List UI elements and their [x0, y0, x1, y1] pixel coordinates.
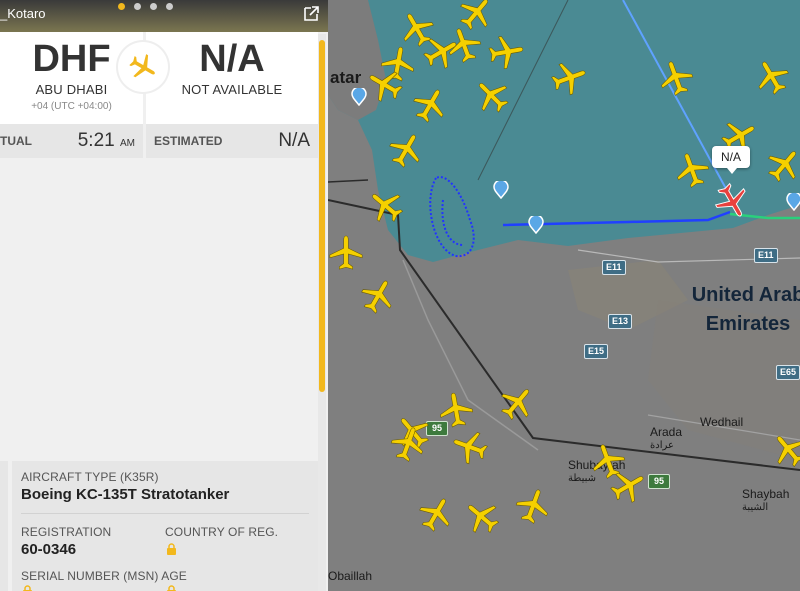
qatar-label: atar — [330, 68, 362, 87]
destination-airport-card[interactable]: N/A NOT AVAILABLE — [146, 32, 318, 124]
carousel-dot[interactable] — [150, 3, 157, 10]
lock-icon[interactable] — [166, 585, 177, 591]
airport-pin-icon[interactable] — [493, 181, 509, 199]
photo-carousel-dots[interactable] — [118, 0, 182, 15]
aircraft-type-code: (K35R) — [119, 470, 159, 484]
estimated-time: N/A — [278, 130, 310, 151]
actual-time-value: 5:21 AM — [78, 130, 135, 152]
airport-pin-icon[interactable] — [528, 216, 544, 234]
aircraft-icon[interactable] — [328, 234, 365, 272]
actual-label: TUAL — [0, 134, 32, 148]
shaybah-name: Shaybah — [742, 487, 790, 501]
serial-number-label-text: SERIAL NUMBER (MSN) — [21, 569, 159, 583]
aircraft-type-label: AIRCRAFT TYPE (K35R) — [21, 470, 159, 484]
arada-label: Arada عرادة — [650, 426, 682, 452]
airport-pin-icon[interactable] — [786, 193, 800, 211]
aircraft-photo-strip: _Kotaro — [0, 0, 328, 32]
road-shield-e11: E11 — [754, 248, 778, 263]
road-shield-e13: E13 — [608, 314, 633, 329]
registration-label: REGISTRATION — [21, 525, 112, 539]
actual-ampm: AM — [120, 138, 135, 149]
obaillah-label: Obaillah — [328, 569, 373, 583]
road-shield-e11: E11 — [602, 260, 626, 275]
destination-code: N/A — [199, 38, 265, 80]
actual-time: 5:21 — [77, 130, 115, 151]
country-of-reg-label: COUNTRY OF REG. — [165, 525, 279, 539]
photo-credit-label: _Kotaro — [0, 6, 46, 21]
estimated-label: ESTIMATED — [154, 134, 223, 148]
uae-label-line2: Emirates — [705, 313, 791, 335]
actual-time-row: TUAL 5:21 AM — [0, 124, 143, 158]
road-shield-95: 95 — [648, 474, 670, 489]
lock-icon[interactable] — [166, 543, 177, 555]
origin-timezone: +04 (UTC +04:00) — [31, 101, 112, 112]
wedhail-label: Wedhail — [700, 415, 744, 429]
destination-city: NOT AVAILABLE — [181, 82, 283, 97]
divider — [21, 513, 309, 514]
border-line-2 — [328, 179, 369, 183]
shaybah-name-ar: الشيبة — [742, 502, 769, 513]
arada-name: Arada — [650, 425, 683, 439]
aircraft-info-card: AIRCRAFT TYPE (K35R) Boeing KC-135T Stra… — [12, 461, 318, 591]
flight-direction-badge — [118, 42, 168, 92]
aircraft-type-label-text: AIRCRAFT TYPE — [21, 470, 117, 484]
carousel-dot[interactable] — [166, 3, 173, 10]
info-card-edge — [0, 461, 8, 591]
arada-name-ar: عرادة — [650, 440, 674, 451]
carousel-dot[interactable] — [134, 3, 141, 10]
flight-map[interactable]: atar United Arab Emirates Arada عرادة We… — [328, 0, 800, 591]
estimated-time-row: ESTIMATED N/A — [146, 124, 318, 158]
aircraft-type-name[interactable]: Boeing KC-135T Stratotanker — [21, 486, 229, 503]
registration-value[interactable]: 60-0346 — [21, 541, 76, 558]
uae-label-line1: United Arab — [691, 284, 800, 306]
aircraft-icon[interactable] — [434, 388, 478, 432]
road-shield-e65: E65 — [776, 365, 800, 380]
serial-number-label: SERIAL NUMBER (MSN) AGE — [21, 569, 187, 583]
airplane-icon — [118, 42, 168, 92]
road-shield-e15: E15 — [584, 344, 609, 359]
carousel-dot[interactable] — [118, 3, 125, 10]
aircraft-icon[interactable] — [484, 30, 528, 74]
selected-aircraft-callout[interactable]: N/A — [712, 146, 750, 174]
external-link-icon[interactable] — [302, 5, 320, 23]
lock-icon[interactable] — [22, 585, 33, 591]
shaybah-label: Shaybah الشيبة — [742, 488, 789, 514]
flight-details-panel: _Kotaro DHF ABU DHABI +04 (UTC +04:00) N… — [0, 0, 328, 591]
panel-scrollbar-thumb[interactable] — [319, 40, 325, 392]
age-label: AGE — [161, 569, 187, 583]
uae-label: United Arab Emirates — [683, 281, 800, 339]
